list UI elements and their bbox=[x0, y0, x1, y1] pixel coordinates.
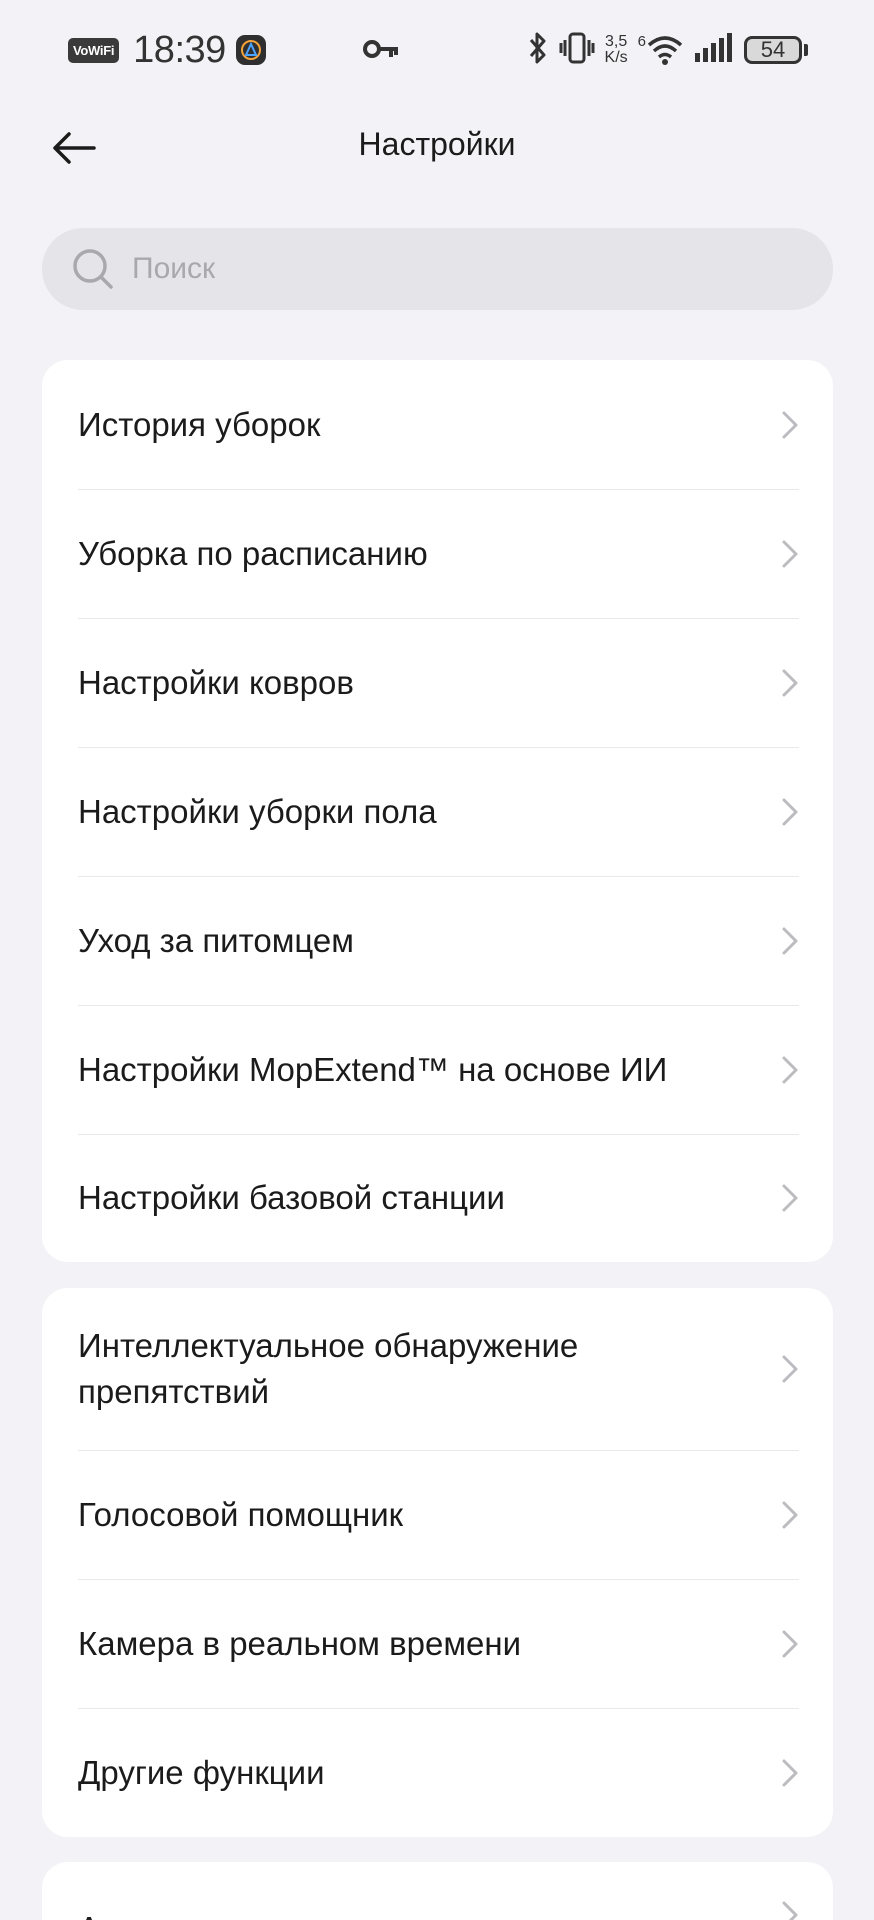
settings-group-2: Интеллектуальное обнаружение препятствий… bbox=[42, 1288, 833, 1837]
list-item-mopextend-settings[interactable]: Настройки MopExtend™ на основе ИИ bbox=[42, 1005, 833, 1134]
list-item-label: Настройки MopExtend™ на основе ИИ bbox=[78, 1050, 668, 1088]
status-left: VoWiFi 18:39 bbox=[68, 28, 266, 72]
list-item-partial[interactable]: А bbox=[42, 1862, 833, 1920]
list-item-base-station-settings[interactable]: Настройки базовой станции bbox=[42, 1134, 833, 1262]
list-item-cleaning-history[interactable]: История уборок bbox=[42, 360, 833, 489]
list-item-label: История уборок bbox=[78, 405, 321, 443]
list-item-label: Интеллектуальное обнаружение препятствий bbox=[78, 1327, 579, 1410]
list-item-pet-care[interactable]: Уход за питомцем bbox=[42, 876, 833, 1005]
status-right: 3,5 K/s 6 54 bbox=[527, 26, 808, 74]
vibrate-icon bbox=[559, 31, 595, 70]
wifi-icon: 6 bbox=[638, 34, 684, 66]
chevron-right-icon bbox=[782, 1901, 798, 1920]
list-item-label: А bbox=[78, 1906, 100, 1920]
vpn-key-icon bbox=[362, 36, 400, 67]
chevron-right-icon bbox=[782, 1355, 798, 1383]
chevron-right-icon bbox=[782, 1759, 798, 1786]
status-bar: VoWiFi 18:39 3,5 K/s 6 54 bbox=[0, 0, 874, 100]
signal-icon bbox=[694, 32, 734, 68]
chevron-right-icon bbox=[782, 798, 798, 825]
network-speed: 3,5 K/s bbox=[605, 34, 628, 66]
settings-group-3: А bbox=[42, 1862, 833, 1920]
list-item-voice-assistant[interactable]: Голосовой помощник bbox=[42, 1450, 833, 1579]
search-icon bbox=[73, 249, 113, 289]
wifi-generation: 6 bbox=[637, 33, 646, 50]
page-title: Настройки bbox=[358, 126, 516, 162]
chevron-right-icon bbox=[782, 669, 798, 696]
chevron-right-icon bbox=[782, 411, 798, 438]
chevron-right-icon bbox=[782, 1501, 798, 1528]
list-item-label: Настройки уборки пола bbox=[78, 792, 437, 830]
chevron-right-icon bbox=[782, 1184, 798, 1212]
list-item-scheduled-cleaning[interactable]: Уборка по расписанию bbox=[42, 489, 833, 618]
list-item-other-functions[interactable]: Другие функции bbox=[42, 1708, 833, 1837]
app-notification-icon bbox=[235, 35, 266, 65]
chevron-right-icon bbox=[782, 927, 798, 954]
bluetooth-icon bbox=[527, 31, 549, 70]
battery-icon: 54 bbox=[744, 36, 808, 64]
search-input[interactable] bbox=[130, 251, 754, 287]
list-item-label: Камера в реальном времени bbox=[78, 1624, 522, 1662]
network-speed-value: 3,5 bbox=[604, 33, 628, 50]
chevron-right-icon bbox=[782, 1056, 798, 1083]
chevron-right-icon bbox=[782, 1630, 798, 1657]
list-item-label: Голосовой помощник bbox=[78, 1495, 404, 1533]
list-item-label: Другие функции bbox=[78, 1753, 325, 1791]
status-time: 18:39 bbox=[133, 28, 226, 71]
chevron-right-icon bbox=[782, 540, 798, 567]
list-item-label: Настройки базовой станции bbox=[78, 1179, 505, 1216]
battery-tip bbox=[804, 44, 808, 56]
list-item-label: Уход за питомцем bbox=[78, 921, 354, 959]
battery-level: 54 bbox=[744, 36, 802, 64]
list-item-obstacle-detection[interactable]: Интеллектуальное обнаружение препятствий bbox=[42, 1288, 833, 1450]
list-item-live-camera[interactable]: Камера в реальном времени bbox=[42, 1579, 833, 1708]
settings-group-1: История уборок Уборка по расписанию Наст… bbox=[42, 360, 833, 1262]
search-bar[interactable] bbox=[42, 228, 833, 310]
list-item-floor-cleaning-settings[interactable]: Настройки уборки пола bbox=[42, 747, 833, 876]
network-speed-unit: K/s bbox=[604, 49, 628, 66]
vowifi-badge: VoWiFi bbox=[68, 37, 120, 63]
list-item-label: Уборка по расписанию bbox=[78, 534, 428, 572]
list-item-carpet-settings[interactable]: Настройки ковров bbox=[42, 618, 833, 747]
list-item-label: Настройки ковров bbox=[78, 663, 354, 701]
